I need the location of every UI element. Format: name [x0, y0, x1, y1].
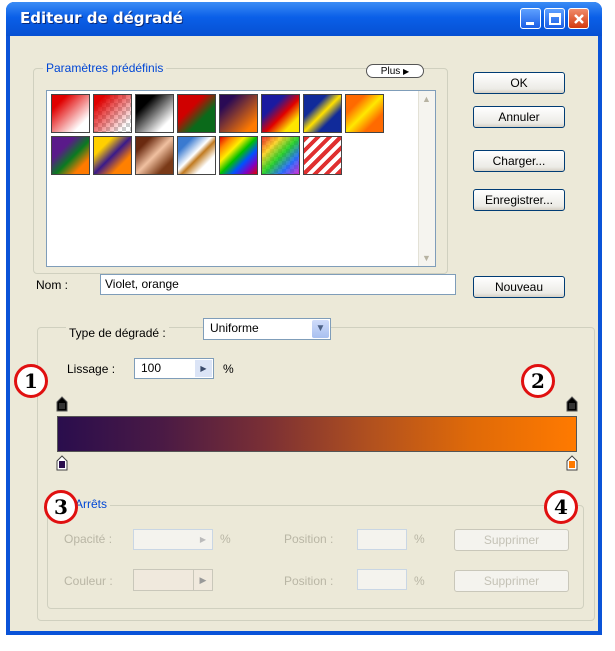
smoothness-value: 100: [141, 361, 162, 375]
name-label: Nom :: [36, 278, 69, 292]
title-bar[interactable]: Editeur de dégradé: [6, 2, 602, 36]
ok-button[interactable]: OK: [473, 72, 565, 94]
maximize-icon: [549, 13, 561, 25]
presets-scrollbar[interactable]: ▲ ▼: [418, 91, 435, 266]
right-arrow-icon[interactable]: ▶: [195, 360, 212, 377]
preset-swatch-blue-yellow-blue[interactable]: [303, 94, 342, 133]
close-icon: [574, 14, 584, 24]
opacity-position-label: Position :: [284, 532, 334, 546]
scroll-down-icon[interactable]: ▼: [422, 253, 431, 263]
callout-4: 4: [544, 490, 578, 524]
opacity-position-input[interactable]: [357, 529, 407, 550]
opacity-stop-right[interactable]: [566, 396, 578, 412]
right-arrow-icon[interactable]: ▶: [195, 531, 211, 548]
preset-swatch-spectrum[interactable]: [219, 136, 258, 175]
close-button[interactable]: [568, 8, 589, 29]
dialog-body: Paramètres prédéfinis Plus ▶ ▲ ▼ OK Annu…: [10, 36, 598, 631]
callout-2: 2: [521, 364, 555, 398]
color-position-input[interactable]: [357, 569, 407, 590]
window-title: Editeur de dégradé: [20, 9, 183, 27]
smoothness-unit: %: [223, 362, 234, 376]
right-arrow-icon: ▶: [403, 67, 410, 76]
opacity-label: Opacité :: [64, 532, 113, 546]
preset-swatch-red-white[interactable]: [51, 94, 90, 133]
new-button[interactable]: Nouveau: [473, 276, 565, 298]
stops-group: [47, 505, 584, 609]
preset-swatch-copper[interactable]: [135, 136, 174, 175]
gradient-type-select[interactable]: Uniforme ▼: [203, 318, 331, 340]
color-swatch-button[interactable]: ▶: [133, 569, 213, 591]
gradient-type-label: Type de dégradé :: [66, 326, 169, 340]
maximize-button[interactable]: [544, 8, 565, 29]
color-position-unit: %: [414, 574, 425, 588]
minimize-button[interactable]: [520, 8, 541, 29]
color-position-label: Position :: [284, 574, 334, 588]
color-label: Couleur :: [64, 574, 113, 588]
presets-list[interactable]: ▲ ▼: [46, 90, 436, 267]
scroll-up-icon[interactable]: ▲: [422, 94, 431, 104]
delete-color-stop-button[interactable]: Supprimer: [454, 570, 569, 592]
preset-swatch-black-white[interactable]: [135, 94, 174, 133]
callout-1: 1: [14, 364, 48, 398]
preset-swatch-violet-orange[interactable]: [219, 94, 258, 133]
preset-swatch-orange-yellow-orange[interactable]: [345, 94, 384, 133]
smoothness-label: Lissage :: [67, 362, 116, 376]
gradient-editor-window: Editeur de dégradé Paramètres prédéfinis…: [6, 2, 602, 635]
callout-3: 3: [44, 490, 78, 524]
preset-swatch-yellow-violet-orange[interactable]: [93, 136, 132, 175]
more-button[interactable]: Plus ▶: [366, 64, 424, 78]
more-button-label: Plus: [380, 66, 401, 77]
opacity-unit: %: [220, 532, 231, 546]
opacity-stop-left[interactable]: [56, 396, 68, 412]
preset-swatch-transparent-stripes[interactable]: [303, 136, 342, 175]
swatch-grid: [51, 94, 391, 175]
preset-swatch-violet-green-orange[interactable]: [51, 136, 90, 175]
preset-swatch-red-green[interactable]: [177, 94, 216, 133]
cancel-button[interactable]: Annuler: [473, 106, 565, 128]
gradient-preview-bar[interactable]: [57, 416, 577, 452]
preset-swatch-chrome[interactable]: [177, 136, 216, 175]
color-stop-right[interactable]: [566, 454, 578, 472]
save-button[interactable]: Enregistrer...: [473, 189, 565, 211]
color-stop-left[interactable]: [56, 454, 68, 472]
right-arrow-icon: ▶: [193, 570, 212, 590]
presets-legend: Paramètres prédéfinis: [43, 61, 167, 75]
opacity-input[interactable]: ▶: [133, 529, 213, 550]
minimize-icon: [526, 22, 534, 25]
chevron-down-icon[interactable]: ▼: [312, 320, 329, 338]
delete-opacity-stop-button[interactable]: Supprimer: [454, 529, 569, 551]
preset-swatch-transparent-rainbow[interactable]: [261, 136, 300, 175]
smoothness-input[interactable]: 100 ▶: [134, 358, 214, 379]
name-input[interactable]: Violet, orange: [100, 274, 456, 295]
load-button[interactable]: Charger...: [473, 150, 565, 172]
gradient-type-value: Uniforme: [210, 321, 259, 335]
preset-swatch-blue-red-yellow[interactable]: [261, 94, 300, 133]
preset-swatch-red-transparent[interactable]: [93, 94, 132, 133]
opacity-position-unit: %: [414, 532, 425, 546]
